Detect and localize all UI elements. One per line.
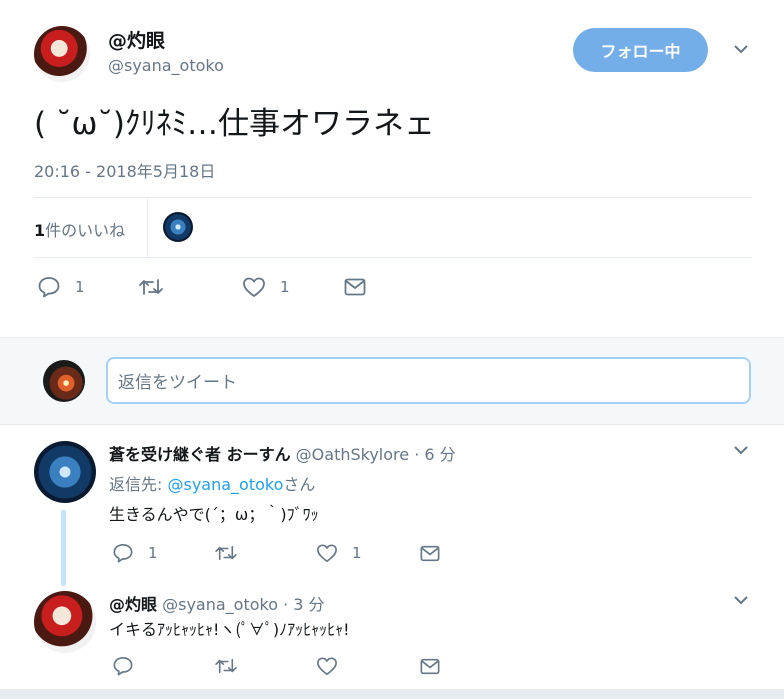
like-action[interactable]: 1 — [316, 543, 362, 563]
liker-avatar[interactable] — [163, 212, 193, 242]
author-name[interactable]: @灼眼 — [108, 26, 165, 53]
like-icon — [243, 277, 265, 297]
like-count: 1 — [280, 278, 290, 296]
thread-connector — [61, 510, 66, 586]
reply-time[interactable]: · 6 分 — [414, 445, 455, 464]
reply-count: 1 — [75, 278, 85, 296]
retweet-action[interactable] — [214, 544, 252, 562]
author-avatar[interactable] — [34, 26, 90, 82]
stats-divider — [147, 198, 148, 257]
dm-icon — [344, 278, 366, 296]
retweet-action[interactable] — [214, 657, 252, 675]
reply-to-suffix: さん — [283, 475, 316, 494]
reply-input[interactable]: 返信をツイート — [106, 357, 751, 404]
reply-author-name[interactable]: 蒼を受け継ぐ者 おーすん — [109, 445, 291, 464]
dm-icon — [420, 545, 440, 562]
reply-time[interactable]: · 3 分 — [283, 595, 324, 614]
chevron-down-icon[interactable] — [734, 446, 748, 460]
reply-author-handle[interactable]: @OathSkylore — [296, 445, 409, 464]
bottom-border — [0, 689, 784, 699]
current-user-avatar[interactable] — [43, 360, 85, 402]
like-icon — [317, 544, 337, 562]
tweet-text: ( ˘ω˘)ｸﾘﾈﾐ…仕事オワラネェ — [34, 106, 436, 142]
like-action[interactable] — [316, 656, 352, 676]
reply-avatar[interactable] — [34, 441, 96, 503]
likes-count: 1 — [34, 221, 46, 240]
reply-header: 蒼を受け継ぐ者 おーすん @OathSkylore · 6 分 — [109, 441, 456, 465]
retweet-icon — [139, 279, 163, 295]
reply-to-prefix: 返信先: — [109, 475, 168, 494]
retweet-icon — [215, 658, 237, 674]
likes-label: 件のいいね — [45, 221, 126, 240]
tweet-stats: 1件のいいね — [34, 197, 752, 258]
chevron-down-icon[interactable] — [734, 596, 748, 610]
like-count: 1 — [352, 544, 362, 562]
reply-count: 1 — [148, 544, 158, 562]
following-button[interactable]: フォロー中 — [573, 28, 708, 72]
dm-icon — [420, 658, 440, 675]
reply-author-handle[interactable]: @syana_otoko — [162, 595, 278, 614]
dm-action[interactable] — [420, 658, 440, 675]
retweet-icon — [215, 545, 237, 561]
like-action[interactable]: 1 — [242, 276, 290, 298]
reply-action[interactable] — [112, 656, 148, 676]
reply-header: @灼眼 @syana_otoko · 3 分 — [109, 591, 325, 615]
reply-icon — [113, 657, 133, 676]
reply-action[interactable]: 1 — [112, 543, 158, 563]
reply-avatar[interactable] — [34, 591, 96, 653]
reply-icon — [113, 544, 133, 563]
reply-author-name[interactable]: @灼眼 — [109, 595, 157, 614]
reply-text: 生きるんやで(´；ω；｀)ﾌﾞﾜｯ — [109, 505, 319, 524]
reply-to-handle-link[interactable]: @syana_otoko — [167, 475, 283, 494]
reply-icon — [38, 277, 60, 298]
likes-summary[interactable]: 1件のいいね — [34, 217, 125, 241]
reply-to-line: 返信先: @syana_otokoさん — [109, 471, 315, 495]
dm-action[interactable] — [344, 278, 366, 296]
dm-action[interactable] — [420, 545, 440, 562]
retweet-action[interactable] — [138, 277, 178, 297]
reply-action[interactable]: 1 — [37, 276, 85, 298]
chevron-down-icon[interactable] — [734, 45, 748, 59]
tweet-timestamp[interactable]: 20:16 - 2018年5月18日 — [34, 158, 215, 182]
author-handle[interactable]: @syana_otoko — [108, 56, 224, 75]
like-icon — [317, 657, 337, 675]
reply-text: イキるｱｯﾋｬｯﾋｬ!ヽ(ﾟ∀ﾟ)ﾉｱｯﾋｬｯﾋｬ! — [109, 620, 350, 639]
